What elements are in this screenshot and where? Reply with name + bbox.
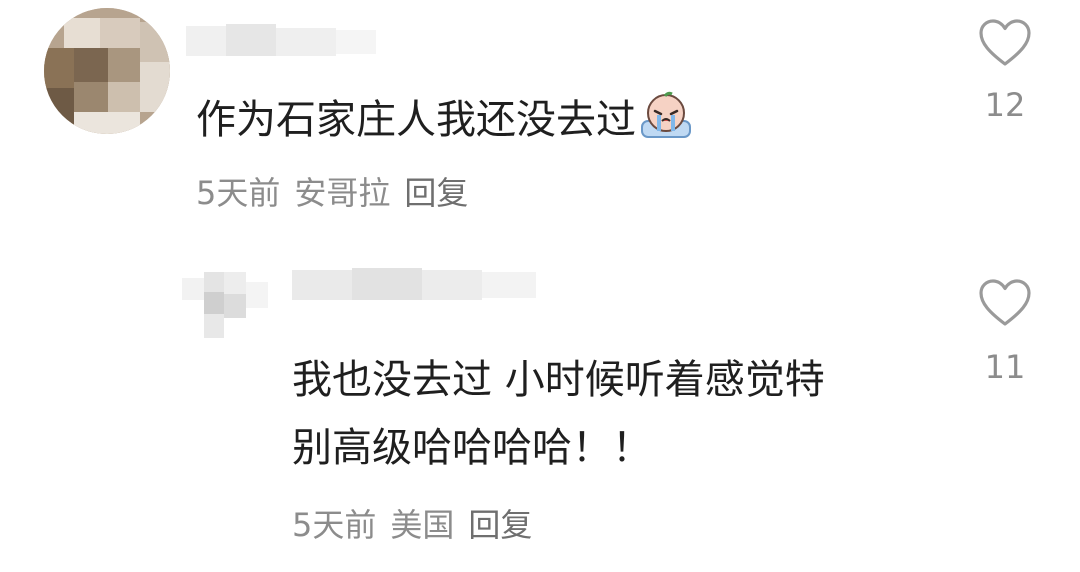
comment-text: 我也没去过 小时候听着感觉特 别高级哈哈哈哈！！: [292, 346, 942, 482]
like-count: 12: [984, 86, 1026, 124]
avatar[interactable]: [182, 258, 268, 344]
comment-time: 5天前: [292, 506, 377, 544]
comment-time: 5天前: [196, 174, 281, 212]
comment-text-content: 作为石家庄人我还没去过: [196, 97, 636, 143]
comment-text: 作为石家庄人我还没去过: [196, 90, 694, 156]
comment-text-line: 别高级哈哈哈哈！！: [292, 425, 652, 471]
comment-location: 安哥拉: [294, 174, 391, 212]
username[interactable]: [186, 18, 376, 62]
reply-button[interactable]: 回复: [468, 506, 532, 544]
comment-location: 美国: [390, 506, 455, 544]
avatar[interactable]: [44, 8, 170, 134]
reply-button[interactable]: 回复: [404, 174, 468, 212]
username[interactable]: [292, 262, 536, 304]
heart-outline-icon[interactable]: [972, 278, 1038, 328]
crying-face-emoji-icon: [638, 91, 694, 156]
comment-meta: 5天前 美国 回复: [292, 500, 532, 550]
comment-text-line: 我也没去过 小时候听着感觉特: [292, 357, 825, 403]
comment-meta: 5天前 安哥拉 回复: [196, 168, 468, 218]
heart-outline-icon[interactable]: [972, 18, 1038, 68]
like-count: 11: [984, 348, 1026, 386]
